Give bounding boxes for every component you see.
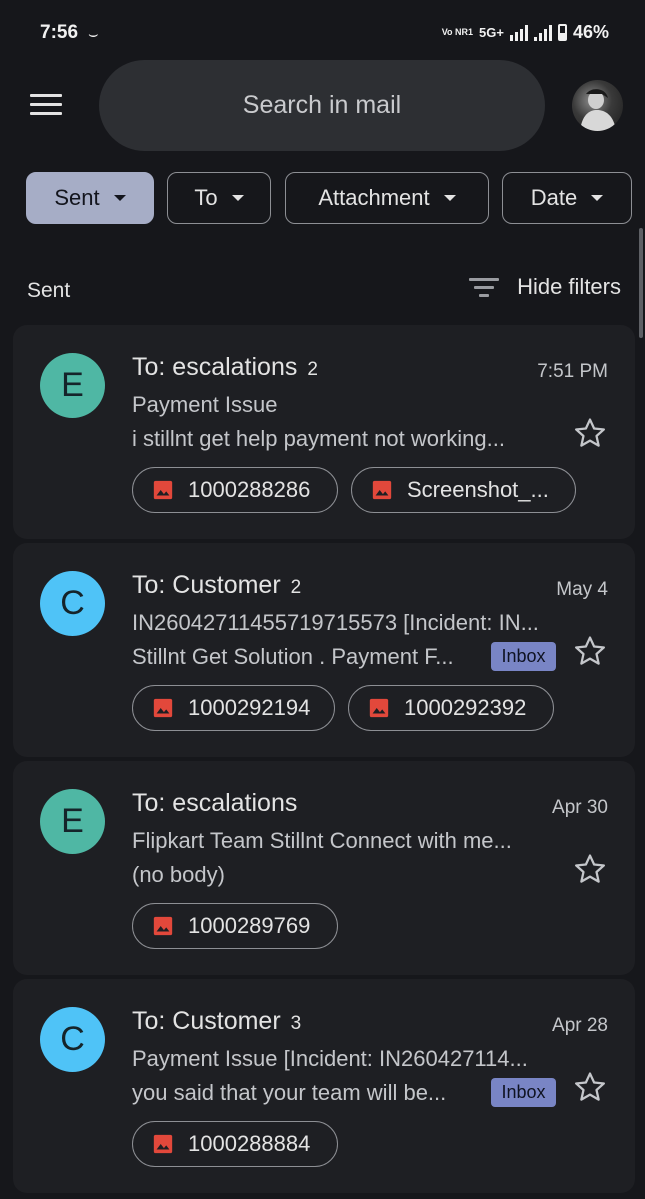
chip-to[interactable]: To bbox=[167, 172, 271, 224]
inbox-label-badge: Inbox bbox=[491, 642, 556, 671]
caret-down-icon bbox=[443, 195, 456, 201]
email-subject: IN26042711455719715573 [Incident: IN... bbox=[132, 610, 539, 635]
hide-filters-label: Hide filters bbox=[517, 274, 621, 299]
account-avatar[interactable] bbox=[572, 80, 623, 131]
image-icon bbox=[153, 1134, 173, 1154]
caret-down-icon bbox=[591, 195, 604, 201]
search-placeholder: Search in mail bbox=[242, 91, 402, 119]
email-snippet: (no body) bbox=[132, 862, 225, 887]
email-subject: Payment Issue bbox=[132, 392, 278, 417]
caret-down-icon bbox=[113, 195, 126, 201]
image-icon bbox=[372, 480, 392, 500]
image-icon bbox=[369, 698, 389, 718]
status-bar: 7:56 ⌣ Vo NR1 5G+ 46% bbox=[0, 0, 645, 68]
star-icon[interactable] bbox=[573, 852, 607, 886]
scrollbar[interactable] bbox=[639, 228, 643, 338]
sender-avatar: C bbox=[40, 1007, 105, 1072]
chip-date[interactable]: Date bbox=[502, 172, 632, 224]
email-snippet: Stillnt Get Solution . Payment F... bbox=[132, 644, 454, 669]
menu-icon[interactable] bbox=[30, 94, 62, 118]
status-icons: Vo NR1 5G+ 46% bbox=[442, 22, 609, 43]
chip-sent[interactable]: Sent bbox=[26, 172, 154, 224]
attachment-chip[interactable]: 1000292392 bbox=[348, 685, 554, 731]
battery-percent: 46% bbox=[572, 22, 609, 42]
network-type: 5G+ bbox=[479, 25, 504, 40]
filter-icon bbox=[469, 276, 500, 298]
chip-attachment-label: Attachment bbox=[318, 185, 430, 210]
image-icon bbox=[153, 698, 173, 718]
email-recipient: To: Customer 2 bbox=[132, 571, 301, 600]
chip-sent-label: Sent bbox=[54, 185, 100, 210]
attachment-chip[interactable]: 1000288884 bbox=[132, 1121, 338, 1167]
email-date: Apr 30 bbox=[552, 797, 608, 818]
hide-filters-button[interactable]: Hide filters bbox=[469, 274, 621, 300]
email-recipient: To: escalations bbox=[132, 789, 307, 818]
attachment-chip[interactable]: 1000288286 bbox=[132, 467, 338, 513]
caret-down-icon bbox=[231, 195, 244, 201]
attachment-name: 1000288884 bbox=[188, 1131, 311, 1156]
sender-avatar: E bbox=[40, 789, 105, 854]
email-subject: Flipkart Team Stillnt Connect with me... bbox=[132, 828, 512, 853]
email-snippet: you said that your team will be... bbox=[132, 1080, 447, 1105]
email-item[interactable]: E To: escalations Apr 30 Flipkart Team S… bbox=[13, 761, 635, 975]
star-icon[interactable] bbox=[573, 416, 607, 450]
attachment-chip[interactable]: 1000289769 bbox=[132, 903, 338, 949]
image-icon bbox=[153, 480, 173, 500]
recipient-text: To: Customer bbox=[132, 1007, 281, 1035]
search-bar[interactable]: Search in mail bbox=[99, 60, 545, 151]
email-date: 7:51 PM bbox=[537, 361, 608, 382]
email-date: Apr 28 bbox=[552, 1015, 608, 1036]
email-item[interactable]: C To: Customer 3 Apr 28 Payment Issue [In… bbox=[13, 979, 635, 1193]
section-title: Sent bbox=[27, 279, 71, 302]
attachment-name: Screenshot_... bbox=[407, 477, 549, 502]
status-time: 7:56 bbox=[40, 22, 79, 43]
chip-to-label: To bbox=[194, 185, 218, 210]
notification-icon: ⌣ bbox=[88, 26, 99, 43]
volte-icon: Vo NR1 bbox=[441, 27, 474, 37]
email-recipient: To: Customer 3 bbox=[132, 1007, 301, 1036]
chip-attachment[interactable]: Attachment bbox=[285, 172, 489, 224]
thread-count: 3 bbox=[290, 1013, 302, 1034]
recipient-text: To: Customer bbox=[132, 571, 281, 599]
signal-icon-2 bbox=[533, 24, 552, 41]
sender-avatar: E bbox=[40, 353, 105, 418]
attachment-name: 1000292392 bbox=[404, 695, 527, 720]
signal-icon bbox=[509, 24, 528, 41]
attachment-name: 1000289769 bbox=[188, 913, 311, 938]
email-item[interactable]: E To: escalations 2 7:51 PM Payment Issue… bbox=[13, 325, 635, 539]
email-subject: Payment Issue [Incident: IN260427114... bbox=[132, 1046, 528, 1071]
email-snippet: i stillnt get help payment not working..… bbox=[132, 426, 505, 451]
attachment-chip[interactable]: 1000292194 bbox=[132, 685, 335, 731]
recipient-text: To: escalations bbox=[132, 353, 298, 381]
sender-avatar: C bbox=[40, 571, 105, 636]
attachment-name: 1000288286 bbox=[188, 477, 311, 502]
battery-icon bbox=[557, 24, 567, 41]
email-item[interactable]: C To: Customer 2 May 4 IN2604271145571971… bbox=[13, 543, 635, 757]
recipient-text: To: escalations bbox=[132, 789, 298, 817]
inbox-label-badge: Inbox bbox=[491, 1078, 556, 1107]
chip-date-label: Date bbox=[530, 185, 578, 210]
attachment-name: 1000292194 bbox=[188, 695, 311, 720]
thread-count: 2 bbox=[290, 577, 302, 598]
email-recipient: To: escalations 2 bbox=[132, 353, 318, 382]
thread-count: 2 bbox=[307, 359, 318, 380]
image-icon bbox=[153, 916, 173, 936]
star-icon[interactable] bbox=[573, 634, 607, 668]
star-icon[interactable] bbox=[573, 1070, 607, 1104]
attachment-chip[interactable]: Screenshot_... bbox=[351, 467, 576, 513]
email-date: May 4 bbox=[556, 579, 608, 600]
